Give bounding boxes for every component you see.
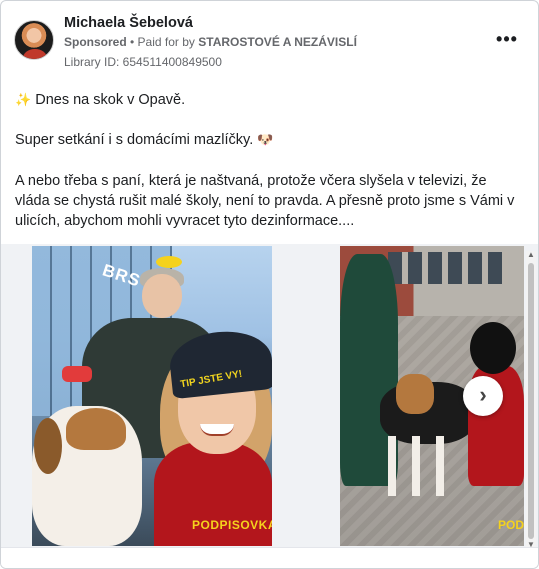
card-footer [1, 547, 538, 568]
carousel-slide-2[interactable]: PODPISOVKA [309, 244, 538, 547]
brand-watermark-2: PODPISOVKA [498, 518, 524, 532]
ad-meta: Sponsored • Paid for by STAROSTOVÉ A NEZ… [64, 35, 357, 49]
meta-separator: • [126, 35, 138, 49]
post-line-1-text: Dnes na skok v Opavě. [35, 92, 186, 108]
post-line-2-text: Super setkání i s domácími mazlíčky. [15, 132, 254, 148]
beagle-head-shape [396, 374, 434, 414]
post-line-2: Super setkání i s domácími mazlíčky. 🐶 [15, 130, 520, 150]
author-name[interactable]: Michaela Šebelová [64, 15, 193, 31]
leash-shape [62, 366, 92, 382]
scroll-up-arrow-icon[interactable]: ▲ [527, 251, 535, 259]
woman-head-shape [142, 274, 182, 318]
post-line-3: A nebo třeba s paní, která je naštvaná, … [15, 173, 515, 229]
carousel-slide-1[interactable]: BRS TIP JSTE VY! PODPISOVKA [1, 244, 302, 547]
ad-card: Michaela Šebelová Sponsored • Paid for b… [0, 0, 539, 569]
beagle-patch-shape [66, 408, 126, 450]
shop-windows-shape [388, 252, 508, 284]
chevron-right-icon: › [479, 382, 487, 407]
dog-face-icon: 🐶 [257, 132, 274, 147]
beagle-legs-shape [388, 436, 458, 496]
vertical-scrollbar[interactable]: ▲ ▼ [526, 251, 536, 551]
scroll-thumb[interactable] [528, 263, 534, 539]
paid-for-prefix: Paid for by [137, 35, 199, 49]
brand-watermark: PODPISOVKA [192, 518, 272, 532]
photo-selfie-with-dog[interactable]: BRS TIP JSTE VY! PODPISOVKA [32, 246, 272, 546]
more-options-button[interactable]: ••• [492, 30, 522, 51]
library-id: Library ID: 654511400849500 [64, 55, 222, 69]
sponsored-label: Sponsored [64, 35, 127, 49]
crouching-woman-beanie-shape [470, 322, 516, 374]
image-carousel[interactable]: BRS TIP JSTE VY! PODPISOVKA POD [1, 244, 538, 547]
payer-name: STAROSTOVÉ A NEZÁVISLÍ [198, 35, 357, 49]
carousel-next-button[interactable]: › [463, 376, 503, 416]
sun-shape [156, 256, 182, 268]
sparkles-icon: ✨ [15, 92, 32, 107]
beagle-ear-shape [34, 418, 62, 474]
post-line-1: ✨ Dnes na skok v Opavě. [15, 90, 520, 110]
author-avatar[interactable] [14, 20, 54, 60]
